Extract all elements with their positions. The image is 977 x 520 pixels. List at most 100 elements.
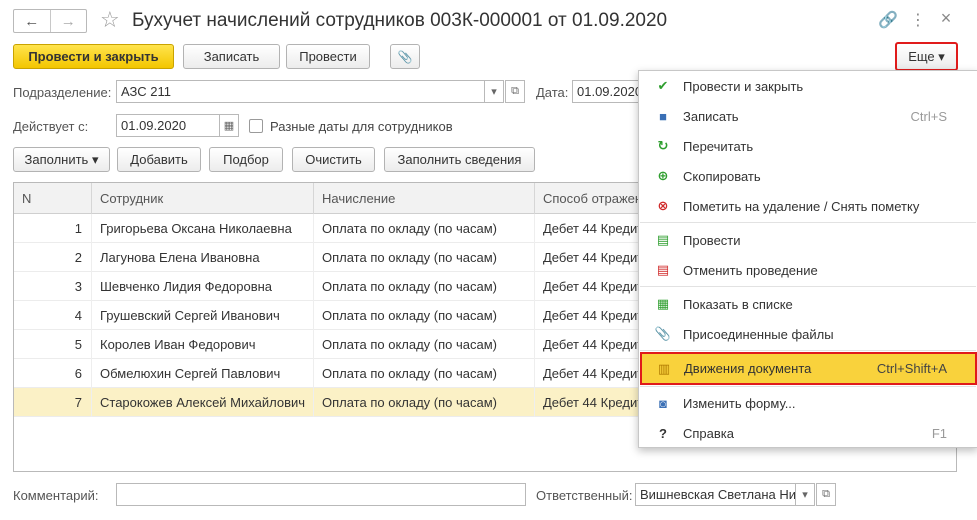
refresh-icon: ↻ <box>657 138 669 153</box>
menu-item-label: Скопировать <box>683 168 761 184</box>
column-header-accrual[interactable]: Начисление <box>314 183 535 214</box>
menu-item-shortcut: Ctrl+Shift+A <box>876 361 947 376</box>
navigation-buttons: ← → <box>13 9 87 33</box>
open-icon[interactable]: ⧉ <box>816 483 836 506</box>
copy-icon: ⊕ <box>657 168 669 183</box>
menu-item-label: Провести и закрыть <box>683 78 804 94</box>
back-arrow-icon[interactable]: ← <box>14 10 50 32</box>
menu-item-shortcut: F1 <box>931 425 947 441</box>
menu-item-label: Отменить проведение <box>683 262 818 278</box>
close-icon[interactable]: × <box>936 8 956 29</box>
accrual-cell[interactable]: Оплата по окладу (по часам) <box>314 330 535 359</box>
forward-arrow-icon[interactable]: → <box>49 10 87 32</box>
row-number: 6 <box>14 359 92 388</box>
accrual-cell[interactable]: Оплата по окладу (по часам) <box>314 301 535 330</box>
link-icon[interactable]: 🔗 <box>878 10 898 30</box>
change-form-icon: ◙ <box>659 395 667 411</box>
menu-item-label: Провести <box>683 232 741 248</box>
accrual-cell[interactable]: Оплата по окладу (по часам) <box>314 272 535 301</box>
dropdown-arrow-icon[interactable]: ▾ <box>484 80 504 103</box>
accrual-cell[interactable]: Оплата по окладу (по часам) <box>314 243 535 272</box>
menu-item-document-movements[interactable]: ▥ Движения документа Ctrl+Shift+A <box>640 352 977 385</box>
menu-item-label: Показать в списке <box>683 296 793 312</box>
menu-item-show-in-list[interactable]: ▦ Показать в списке <box>639 289 977 319</box>
menu-item-copy[interactable]: ⊕ Скопировать <box>639 161 977 191</box>
row-number: 5 <box>14 330 92 359</box>
fill-info-button[interactable]: Заполнить сведения <box>384 147 535 172</box>
menu-separator <box>640 386 976 387</box>
responsible-label: Ответственный: <box>536 488 633 503</box>
row-number: 1 <box>14 214 92 243</box>
post-and-close-button[interactable]: Провести и закрыть <box>13 44 174 69</box>
date-field[interactable]: 01.09.2020 <box>572 80 642 103</box>
department-field[interactable]: АЗС 211 <box>116 80 485 103</box>
employee-cell[interactable]: Старокожев Алексей Михайлович <box>92 388 314 417</box>
pick-button[interactable]: Подбор <box>209 147 283 172</box>
responsible-field[interactable]: Вишневская Светлана Ни <box>635 483 796 506</box>
menu-item-help[interactable]: ? Справка F1 <box>639 418 977 448</box>
fill-button[interactable]: Заполнить ▾ <box>13 147 110 172</box>
accrual-cell[interactable]: Оплата по окладу (по часам) <box>314 388 535 417</box>
menu-item-label: Пометить на удаление / Снять пометку <box>683 198 920 214</box>
menu-item-change-form[interactable]: ◙ Изменить форму... <box>639 388 977 418</box>
dropdown-arrow-icon[interactable]: ▾ <box>795 483 815 506</box>
menu-separator <box>640 350 976 351</box>
menu-item-label: Изменить форму... <box>683 395 796 411</box>
menu-separator <box>640 286 976 287</box>
add-button[interactable]: Добавить <box>117 147 201 172</box>
effective-from-label: Действует с: <box>13 119 89 134</box>
calendar-icon[interactable]: ▦ <box>219 114 239 137</box>
more-button[interactable]: Еще ▾ <box>895 42 958 71</box>
delete-mark-icon: ⊗ <box>657 198 669 213</box>
department-label: Подразделение: <box>13 85 112 100</box>
menu-item-label: Перечитать <box>683 138 754 154</box>
save-button[interactable]: Записать <box>183 44 280 69</box>
attached-files-icon: 📎 <box>654 326 672 341</box>
row-number: 2 <box>14 243 92 272</box>
employee-cell[interactable]: Шевченко Лидия Федоровна <box>92 272 314 301</box>
menu-item-post[interactable]: ▤ Провести <box>639 225 977 255</box>
employee-cell[interactable]: Лагунова Елена Ивановна <box>92 243 314 272</box>
document-movements-icon: ▥ <box>657 360 671 376</box>
help-icon: ? <box>659 425 667 441</box>
menu-item-reread[interactable]: ↻ Перечитать <box>639 131 977 161</box>
menu-separator <box>640 222 976 223</box>
menu-item-unpost[interactable]: ▤ Отменить проведение <box>639 255 977 285</box>
menu-item-post-and-close[interactable]: ✔ Провести и закрыть <box>639 71 977 101</box>
post-icon: ▤ <box>656 232 670 247</box>
menu-item-label: Справка <box>683 425 734 441</box>
row-number: 3 <box>14 272 92 301</box>
different-dates-checkbox[interactable] <box>249 119 263 133</box>
clear-button[interactable]: Очистить <box>292 147 375 172</box>
unpost-icon: ▤ <box>656 262 670 277</box>
effective-from-field[interactable]: 01.09.2020 <box>116 114 220 137</box>
employee-cell[interactable]: Грушевский Сергей Иванович <box>92 301 314 330</box>
post-button[interactable]: Провести <box>286 44 370 69</box>
save-icon: ■ <box>659 108 667 124</box>
different-dates-label: Разные даты для сотрудников <box>270 119 453 134</box>
menu-item-label: Присоединенные файлы <box>683 326 834 342</box>
employee-cell[interactable]: Обмелюхин Сергей Павлович <box>92 359 314 388</box>
employee-cell[interactable]: Королев Иван Федорович <box>92 330 314 359</box>
date-label: Дата: <box>536 85 569 100</box>
page-title: Бухучет начислений сотрудников 003К-0000… <box>132 10 668 31</box>
accrual-cell[interactable]: Оплата по окладу (по часам) <box>314 359 535 388</box>
column-header-n[interactable]: N <box>14 183 92 214</box>
row-number: 4 <box>14 301 92 330</box>
open-icon[interactable]: ⧉ <box>505 80 525 103</box>
attach-icon[interactable]: 📎 <box>390 44 420 69</box>
menu-item-attached-files[interactable]: 📎 Присоединенные файлы <box>639 319 977 349</box>
menu-item-mark-delete[interactable]: ⊗ Пометить на удаление / Снять пометку <box>639 191 977 221</box>
favorite-star-icon[interactable]: ☆ <box>100 7 120 33</box>
column-header-employee[interactable]: Сотрудник <box>92 183 314 214</box>
menu-item-shortcut: Ctrl+S <box>910 108 947 124</box>
employee-cell[interactable]: Григорьева Оксана Николаевна <box>92 214 314 243</box>
comment-field[interactable] <box>116 483 526 506</box>
more-vertical-icon[interactable]: ⋮ <box>908 10 928 30</box>
accrual-cell[interactable]: Оплата по окладу (по часам) <box>314 214 535 243</box>
row-number: 7 <box>14 388 92 417</box>
comment-label: Комментарий: <box>13 488 99 503</box>
menu-item-save[interactable]: ■ Записать Ctrl+S <box>639 101 977 131</box>
more-actions-menu: ✔ Провести и закрыть ■ Записать Ctrl+S ↻… <box>638 70 977 448</box>
show-in-list-icon: ▦ <box>656 296 670 311</box>
